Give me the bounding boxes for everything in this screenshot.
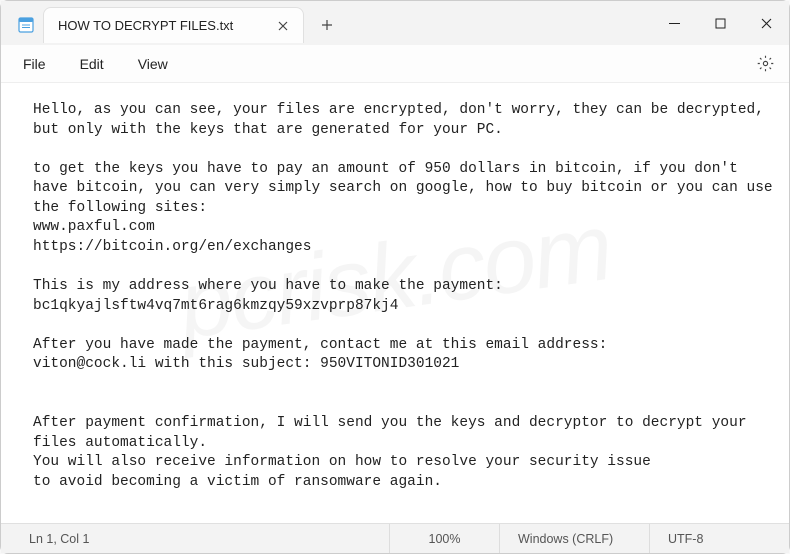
status-zoom[interactable]: 100% — [389, 524, 499, 553]
tab-title: HOW TO DECRYPT FILES.txt — [58, 18, 233, 33]
notepad-icon — [17, 16, 35, 34]
minimize-icon — [669, 18, 680, 29]
plus-icon — [321, 19, 333, 31]
text-editor[interactable]: Hello, as you can see, your files are en… — [1, 83, 789, 523]
tab-area: HOW TO DECRYPT FILES.txt — [1, 5, 344, 45]
menu-file[interactable]: File — [9, 50, 60, 78]
status-position[interactable]: Ln 1, Col 1 — [1, 524, 389, 553]
maximize-icon — [715, 18, 726, 29]
minimize-button[interactable] — [651, 5, 697, 41]
menubar: File Edit View — [1, 45, 789, 83]
close-tab-button[interactable] — [273, 16, 293, 36]
tab-active[interactable]: HOW TO DECRYPT FILES.txt — [43, 7, 304, 43]
window-controls — [651, 5, 789, 45]
new-tab-button[interactable] — [310, 9, 344, 41]
maximize-button[interactable] — [697, 5, 743, 41]
close-icon — [278, 21, 288, 31]
menu-edit[interactable]: Edit — [66, 50, 118, 78]
close-window-button[interactable] — [743, 5, 789, 41]
gear-icon — [757, 55, 774, 72]
statusbar: Ln 1, Col 1 100% Windows (CRLF) UTF-8 — [1, 523, 789, 553]
settings-button[interactable] — [749, 48, 781, 80]
status-encoding[interactable]: UTF-8 — [649, 524, 789, 553]
status-line-ending[interactable]: Windows (CRLF) — [499, 524, 649, 553]
close-icon — [761, 18, 772, 29]
titlebar: HOW TO DECRYPT FILES.txt — [1, 1, 789, 45]
menu-view[interactable]: View — [124, 50, 182, 78]
